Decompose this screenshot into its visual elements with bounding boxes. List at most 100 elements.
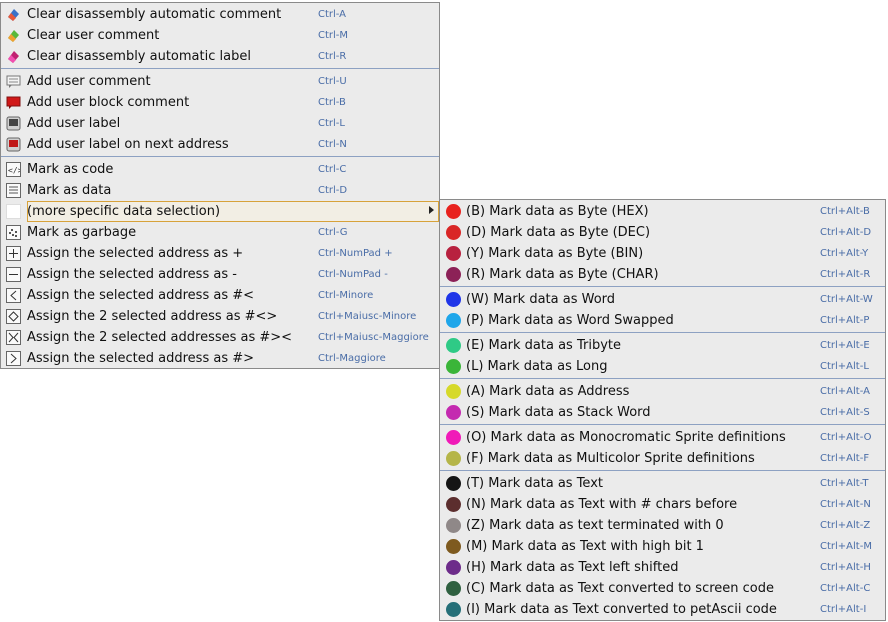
menu-item-mark-as-code[interactable]: </> Mark as code Ctrl-C (1, 159, 439, 180)
plus-doc-icon (6, 246, 21, 261)
menu-item-more-specific-data[interactable]: (more specific data selection) (1, 201, 439, 222)
menu-item-add-user-block-comment[interactable]: Add user block comment Ctrl-B (1, 92, 439, 113)
submenu-item-tribyte[interactable]: (E) Mark data as Tribyte Ctrl+Alt-E (440, 335, 885, 356)
menu-item-assign-greater-less[interactable]: Assign the 2 selected addresses as #>< C… (1, 327, 439, 348)
menu-separator (440, 470, 885, 471)
menu-item-add-user-comment[interactable]: Add user comment Ctrl-U (1, 71, 439, 92)
menu-item-assign-less-greater[interactable]: Assign the 2 selected address as #<> Ctr… (1, 306, 439, 327)
diamond-doc-icon (6, 309, 21, 324)
next-label-icon (6, 137, 21, 152)
context-menu: Clear disassembly automatic comment Ctrl… (0, 2, 440, 369)
menu-separator (1, 156, 439, 157)
menu-item-add-user-label-next-address[interactable]: Add user label on next address Ctrl-N (1, 134, 439, 155)
color-dot-icon (446, 476, 461, 491)
menu-item-shortcut: Ctrl-Minore (318, 290, 374, 301)
menu-item-clear-automatic-comment[interactable]: Clear disassembly automatic comment Ctrl… (1, 4, 439, 25)
submenu-item-text-left-shifted[interactable]: (H) Mark data as Text left shifted Ctrl+… (440, 557, 885, 578)
menu-item-shortcut: Ctrl-G (318, 227, 348, 238)
menu-item-label: Assign the selected address as - (27, 267, 237, 282)
menu-item-shortcut: Ctrl-NumPad - (318, 269, 388, 280)
menu-item-shortcut: Ctrl-NumPad + (318, 248, 393, 259)
submenu-item-text-chars-before[interactable]: (N) Mark data as Text with # chars befor… (440, 494, 885, 515)
submenu-item-label: (S) Mark data as Stack Word (466, 405, 651, 420)
menu-item-mark-as-garbage[interactable]: Mark as garbage Ctrl-G (1, 222, 439, 243)
svg-text:</>: </> (8, 166, 20, 175)
submenu-item-shortcut: Ctrl+Alt-I (820, 604, 867, 615)
submenu-item-multi-sprite[interactable]: (F) Mark data as Multicolor Sprite defin… (440, 448, 885, 469)
submenu-item-label: (M) Mark data as Text with high bit 1 (466, 539, 704, 554)
color-dot-icon (446, 267, 461, 282)
submenu-item-shortcut: Ctrl+Alt-T (820, 478, 869, 489)
submenu-item-text-petascii[interactable]: (I) Mark data as Text converted to petAs… (440, 599, 885, 620)
menu-item-label: Mark as garbage (27, 225, 137, 240)
menu-item-label: Add user block comment (27, 95, 190, 110)
submenu-item-byte-char[interactable]: (R) Mark data as Byte (CHAR) Ctrl+Alt-R (440, 264, 885, 285)
submenu-item-shortcut: Ctrl+Alt-C (820, 583, 871, 594)
submenu-item-address[interactable]: (A) Mark data as Address Ctrl+Alt-A (440, 381, 885, 402)
submenu-item-shortcut: Ctrl+Alt-Y (820, 248, 869, 259)
menu-separator (440, 378, 885, 379)
menu-item-shortcut: Ctrl-B (318, 97, 346, 108)
menu-item-assign-minus[interactable]: Assign the selected address as - Ctrl-Nu… (1, 264, 439, 285)
submenu-item-label: (A) Mark data as Address (466, 384, 630, 399)
submenu-item-text[interactable]: (T) Mark data as Text Ctrl+Alt-T (440, 473, 885, 494)
menu-item-label: Add user comment (27, 74, 151, 89)
submenu-item-byte-bin[interactable]: (Y) Mark data as Byte (BIN) Ctrl+Alt-Y (440, 243, 885, 264)
menu-item-add-user-label[interactable]: Add user label Ctrl-L (1, 113, 439, 134)
submenu-item-shortcut: Ctrl+Alt-D (820, 227, 872, 238)
submenu-item-byte-hex[interactable]: (B) Mark data as Byte (HEX) Ctrl+Alt-B (440, 201, 885, 222)
color-dot-icon (446, 405, 461, 420)
menu-item-mark-as-data[interactable]: Mark as data Ctrl-D (1, 180, 439, 201)
eraser-icon (6, 7, 21, 22)
menu-item-clear-automatic-label[interactable]: Clear disassembly automatic label Ctrl-R (1, 46, 439, 67)
submenu-item-label: (B) Mark data as Byte (HEX) (466, 204, 649, 219)
submenu-item-label: (H) Mark data as Text left shifted (466, 560, 679, 575)
menu-item-label: (more specific data selection) (27, 204, 221, 219)
menu-item-assign-greater[interactable]: Assign the selected address as #> Ctrl-M… (1, 348, 439, 369)
menu-item-shortcut: Ctrl-R (318, 51, 347, 62)
menu-separator (440, 286, 885, 287)
menu-item-shortcut: Ctrl-A (318, 9, 347, 20)
submenu-item-text-screen-code[interactable]: (C) Mark data as Text converted to scree… (440, 578, 885, 599)
color-dot-icon (446, 560, 461, 575)
submenu-item-mono-sprite[interactable]: (O) Mark data as Monocromatic Sprite def… (440, 427, 885, 448)
submenu-item-label: (C) Mark data as Text converted to scree… (466, 581, 774, 596)
submenu-item-text-terminated[interactable]: (Z) Mark data as text terminated with 0 … (440, 515, 885, 536)
submenu-item-text-high-bit[interactable]: (M) Mark data as Text with high bit 1 Ct… (440, 536, 885, 557)
color-dot-icon (446, 384, 461, 399)
color-dot-icon (446, 497, 461, 512)
color-dot-icon (446, 451, 461, 466)
label-icon (6, 116, 21, 131)
submenu-item-shortcut: Ctrl+Alt-O (820, 432, 872, 443)
menu-item-shortcut: Ctrl+Maiusc-Minore (318, 311, 417, 322)
menu-item-label: Assign the 2 selected address as #<> (27, 309, 278, 324)
menu-item-shortcut: Ctrl-U (318, 76, 347, 87)
menu-item-clear-user-comment[interactable]: Clear user comment Ctrl-M (1, 25, 439, 46)
color-dot-icon (446, 430, 461, 445)
submenu-item-long[interactable]: (L) Mark data as Long Ctrl+Alt-L (440, 356, 885, 377)
submenu-item-shortcut: Ctrl+Alt-N (820, 499, 871, 510)
menu-item-assign-plus[interactable]: Assign the selected address as + Ctrl-Nu… (1, 243, 439, 264)
menu-item-shortcut: Ctrl-D (318, 185, 348, 196)
menu-item-label: Clear user comment (27, 28, 160, 43)
submenu-item-word[interactable]: (W) Mark data as Word Ctrl+Alt-W (440, 289, 885, 310)
submenu-item-shortcut: Ctrl+Alt-A (820, 386, 870, 397)
eraser-icon (6, 28, 21, 43)
color-dot-icon (446, 204, 461, 219)
menu-item-shortcut: Ctrl-Maggiore (318, 353, 386, 364)
submenu-item-shortcut: Ctrl+Alt-L (820, 361, 869, 372)
submenu-item-byte-dec[interactable]: (D) Mark data as Byte (DEC) Ctrl+Alt-D (440, 222, 885, 243)
submenu-item-shortcut: Ctrl+Alt-R (820, 269, 871, 280)
garbage-icon (6, 225, 21, 240)
eraser-icon (6, 49, 21, 64)
submenu-item-label: (T) Mark data as Text (466, 476, 603, 491)
submenu-item-stack-word[interactable]: (S) Mark data as Stack Word Ctrl+Alt-S (440, 402, 885, 423)
submenu-item-word-swapped[interactable]: (P) Mark data as Word Swapped Ctrl+Alt-P (440, 310, 885, 331)
menu-item-assign-less[interactable]: Assign the selected address as #< Ctrl-M… (1, 285, 439, 306)
submenu-item-label: (F) Mark data as Multicolor Sprite defin… (466, 451, 755, 466)
code-icon: </> (6, 162, 21, 177)
submenu-item-shortcut: Ctrl+Alt-Z (820, 520, 871, 531)
less-doc-icon (6, 288, 21, 303)
menu-item-shortcut: Ctrl-C (318, 164, 347, 175)
cross-doc-icon (6, 330, 21, 345)
